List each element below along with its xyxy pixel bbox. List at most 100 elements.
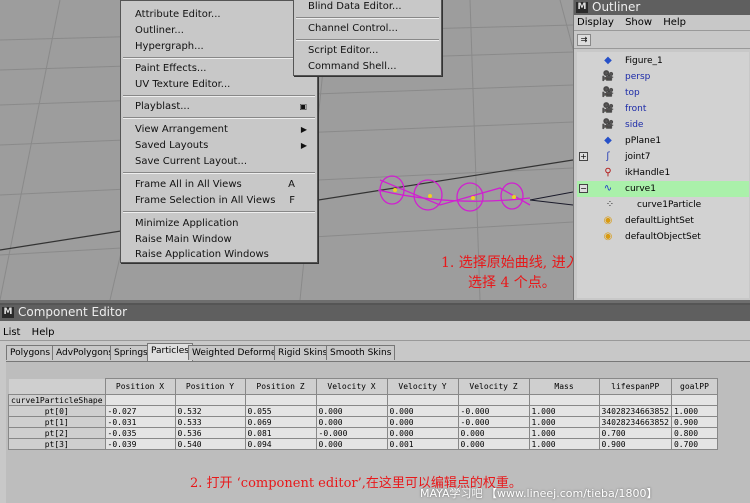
menu-item-blind-data-editor[interactable]: Blind Data Editor... [308,0,435,14]
outliner-item-ikhandle1[interactable]: ⚲ ikHandle1 [577,165,749,181]
menu-item-outliner[interactable]: Outliner... [135,23,311,38]
column-header[interactable]: Position Y [174,378,246,395]
table-cell[interactable]: 1.000 [528,427,600,439]
table-cell[interactable]: -0.027 [104,405,176,417]
outliner-item-defaultobjectset[interactable]: ◉ defaultObjectSet [577,229,749,245]
table-cell[interactable]: 0.540 [174,438,246,450]
column-header[interactable]: Velocity X [315,378,388,395]
table-cell[interactable]: 0.055 [244,405,317,417]
table-cell[interactable]: 34028234663852 [598,416,672,428]
menu-list[interactable]: List [3,327,20,338]
table-cell[interactable]: -0.000 [457,405,530,417]
annotation-step1-line1: 1. 选择原始曲线, 进入点编辑状态。 [441,255,573,271]
table-cell[interactable]: 0.700 [670,438,718,450]
table-cell[interactable]: 0.000 [457,438,530,450]
table-cell[interactable]: 0.000 [457,427,530,439]
tab-rigid-skins[interactable]: Rigid Skins [274,345,332,360]
outliner-item-joint7[interactable]: + ʃ joint7 [577,149,749,165]
table-cell[interactable]: 0.069 [244,416,317,428]
outliner-item-curve1[interactable]: − ∿ curve1 [577,181,749,197]
outliner-item-top[interactable]: 🎥 top [577,85,749,101]
row-label[interactable]: pt[2] [8,427,106,439]
table-cell[interactable]: 0.900 [670,416,718,428]
collapse-toggle[interactable]: − [579,184,588,193]
menu-help[interactable]: Help [663,17,686,28]
menu-item-command-shell[interactable]: Command Shell... [308,59,435,74]
outliner-item-side[interactable]: 🎥 side [577,117,749,133]
table-cell[interactable]: 0.000 [315,416,388,428]
table-cell[interactable]: 1.000 [528,438,600,450]
outliner-list[interactable]: ◆ Figure_1 🎥 persp 🎥 top 🎥 front 🎥 side … [577,52,749,298]
outliner-item-pplane1[interactable]: ◆ pPlane1 [577,133,749,149]
expand-toggle[interactable]: + [579,152,588,161]
outliner-item-curve1particle[interactable]: ⁘ curve1Particle [577,197,749,213]
column-header[interactable]: Position Z [244,378,317,395]
table-cell[interactable]: 1.000 [528,416,600,428]
table-cell[interactable]: -0.000 [315,427,388,439]
menu-item-frame-all[interactable]: Frame All in All Views A [135,177,311,192]
outliner-item-persp[interactable]: 🎥 persp [577,69,749,85]
row-label[interactable]: pt[0] [8,405,106,417]
table-cell[interactable]: 0.094 [244,438,317,450]
outliner-item-front[interactable]: 🎥 front [577,101,749,117]
table-cell[interactable]: 0.536 [174,427,246,439]
menu-item-frame-selection[interactable]: Frame Selection in All Views F [135,193,311,208]
viewport-3d[interactable]: Attribute Editor... Outliner... Hypergra… [0,0,573,300]
tab-particles[interactable]: Particles [147,343,193,361]
outliner-title-bar[interactable]: M Outliner [574,0,750,15]
menu-item-hypergraph[interactable]: Hypergraph... [135,39,311,54]
column-header[interactable]: Mass [528,378,600,395]
outliner-item-figure1[interactable]: ◆ Figure_1 [577,53,749,69]
expand-all-icon[interactable]: ⇉ [577,34,591,46]
outliner-item-defaultlightset[interactable]: ◉ defaultLightSet [577,213,749,229]
table-cell[interactable]: -0.035 [104,427,176,439]
column-header[interactable]: Velocity Z [457,378,530,395]
table-cell[interactable]: 0.800 [670,427,718,439]
table-cell[interactable]: 34028234663852 [598,405,672,417]
table-cell[interactable]: -0.031 [104,416,176,428]
option-box-icon[interactable]: ▣ [299,99,307,114]
table-cell[interactable]: 0.000 [386,427,459,439]
menu-show[interactable]: Show [625,17,652,28]
table-cell[interactable]: 0.000 [386,416,459,428]
table-cell[interactable]: 0.532 [174,405,246,417]
table-cell[interactable]: 0.000 [315,438,388,450]
table-cell[interactable]: 0.700 [598,427,672,439]
menu-item-script-editor[interactable]: Script Editor... [308,43,435,58]
outliner-title: Outliner [592,0,641,14]
menu-item-channel-control[interactable]: Channel Control... [308,21,435,36]
table-cell[interactable]: 0.001 [386,438,459,450]
table-cell[interactable]: -0.039 [104,438,176,450]
menu-item-save-current-layout[interactable]: Save Current Layout... [135,154,311,169]
table-cell[interactable]: 1.000 [670,405,718,417]
menu-item-saved-layouts[interactable]: Saved Layouts ▶ [135,138,311,153]
menu-item-attribute-editor[interactable]: Attribute Editor... [135,7,311,22]
tab-polygons[interactable]: Polygons [6,345,55,360]
table-cell[interactable]: 0.000 [386,405,459,417]
column-header[interactable]: Velocity Y [386,378,459,395]
menu-help[interactable]: Help [32,327,55,338]
menu-display[interactable]: Display [577,17,614,28]
menu-item-view-arrangement[interactable]: View Arrangement ▶ [135,122,311,137]
table-cell[interactable]: 0.533 [174,416,246,428]
tab-springs[interactable]: Springs [110,345,152,360]
tab-advpolygons[interactable]: AdvPolygons [52,345,118,360]
table-cell[interactable]: 0.900 [598,438,672,450]
row-label[interactable]: pt[1] [8,416,106,428]
menu-item-minimize-application[interactable]: Minimize Application [135,216,311,231]
column-header[interactable]: Position X [104,378,176,395]
table-cell[interactable]: 0.081 [244,427,317,439]
menu-item-raise-application-windows[interactable]: Raise Application Windows [135,247,311,262]
column-header[interactable]: lifespanPP [598,378,672,395]
row-label[interactable]: pt[3] [8,438,106,450]
tab-smooth-skins[interactable]: Smooth Skins [326,345,396,360]
menu-item-raise-main-window[interactable]: Raise Main Window [135,232,311,247]
menu-item-playblast[interactable]: Playblast... ▣ [135,99,311,114]
component-editor-title-bar[interactable]: M Component Editor [0,305,750,321]
menu-item-uv-texture-editor[interactable]: UV Texture Editor... [135,77,311,92]
table-cell[interactable]: 1.000 [528,405,600,417]
table-cell[interactable]: 0.000 [315,405,388,417]
table-cell[interactable]: -0.000 [457,416,530,428]
column-header[interactable]: goalPP [670,378,718,395]
menu-item-paint-effects[interactable]: Paint Effects... [135,61,311,76]
